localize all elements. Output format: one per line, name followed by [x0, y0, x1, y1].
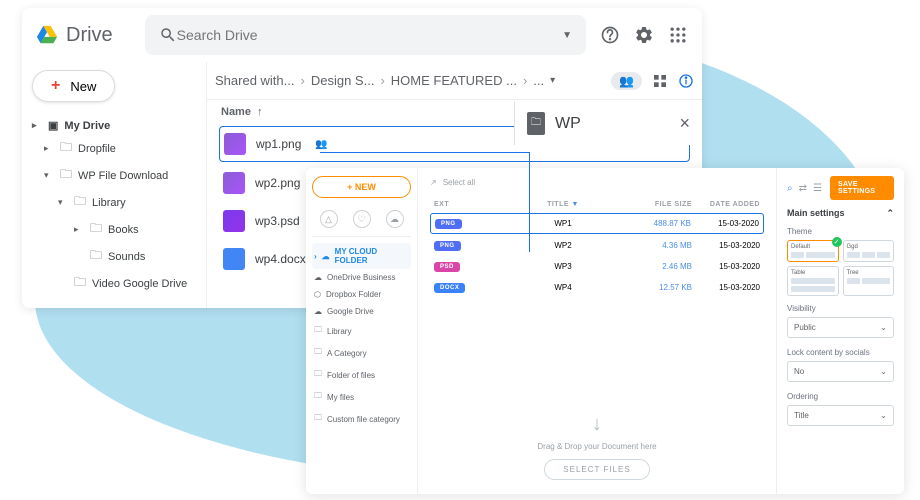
crumb-more[interactable]: ...: [533, 73, 544, 88]
help-icon[interactable]: [600, 25, 620, 45]
gear-icon[interactable]: [634, 25, 654, 45]
theme-default[interactable]: Default: [787, 240, 839, 262]
chevron-down-icon: ⌄: [880, 367, 887, 376]
download-icon: ↓: [418, 413, 776, 436]
wp-folder-item[interactable]: 🗀Custom file category: [312, 408, 411, 430]
gdrive-brand: Drive: [66, 24, 113, 47]
wp-folder-item[interactable]: 🗀A Category: [312, 342, 411, 364]
wp-folder-list: ›☁MY CLOUD FOLDER☁OneDrive Business⬡Drop…: [312, 243, 411, 430]
header-actions: [600, 25, 688, 45]
new-label: New: [70, 79, 96, 94]
tree-books[interactable]: ▸🗀Books: [32, 216, 196, 243]
visibility-select[interactable]: Public⌄: [787, 317, 894, 338]
crumb-shared[interactable]: Shared with...: [215, 73, 295, 88]
theme-ggd[interactable]: Ggd: [843, 240, 895, 262]
close-icon[interactable]: ×: [679, 113, 690, 134]
file-thumb: [223, 210, 245, 232]
tree-wpfiledl[interactable]: ▾🗀WP File Download: [32, 162, 196, 189]
wp-folder-item[interactable]: ☁Google Drive: [312, 303, 411, 320]
apps-icon[interactable]: [668, 25, 688, 45]
plus-icon: +: [51, 77, 60, 95]
search-input[interactable]: [177, 27, 562, 43]
chevron-down-icon: ⌄: [880, 411, 887, 420]
grid-view-icon[interactable]: [652, 73, 668, 89]
theme-picker: Default Ggd Table Tree: [787, 240, 894, 296]
theme-table[interactable]: Table: [787, 266, 839, 296]
search-icon[interactable]: ⌕: [787, 183, 793, 194]
col-size[interactable]: FILE SIZE: [632, 201, 692, 208]
drive-icon: [36, 24, 58, 46]
search-icon: [159, 26, 177, 44]
wp-folder-item[interactable]: 🗀Library: [312, 320, 411, 342]
wp-settings: ⌕ ⇄ ☰ SAVE SETTINGS Main settings⌃ Theme…: [776, 168, 904, 494]
drop-text: Drag & Drop your Document here: [418, 442, 776, 451]
settings-heading[interactable]: Main settings⌃: [787, 208, 894, 219]
wp-folder-item[interactable]: 🗀My files: [312, 386, 411, 408]
chevron-up-icon: ⌃: [886, 208, 894, 219]
col-date[interactable]: DATE ADDED: [692, 201, 760, 208]
breadcrumb: Shared with...› Design S...› HOME FEATUR…: [207, 62, 702, 100]
search-caret-icon[interactable]: ▼: [562, 30, 572, 41]
gdrive-header: Drive ▼: [22, 8, 702, 62]
tree-dropfile[interactable]: ▸🗀Dropfile: [32, 135, 196, 162]
sort-icon[interactable]: ☰: [813, 183, 822, 194]
detail-panel: 🗀 WP ×: [514, 102, 702, 145]
file-name: wp2.png: [255, 176, 300, 190]
file-name: wp3.psd: [255, 214, 300, 228]
file-thumb: [223, 248, 245, 270]
gdrive-logo[interactable]: Drive: [36, 24, 113, 47]
wp-table-row[interactable]: DOCXWP412.57 KB15-03-2020: [418, 277, 776, 298]
theme-label: Theme: [787, 227, 894, 236]
wp-folder-item[interactable]: 🗀Folder of files: [312, 364, 411, 386]
detail-title: WP: [555, 115, 581, 133]
people-icon[interactable]: 👥: [611, 72, 642, 90]
crumb-home[interactable]: HOME FEATURED ...: [391, 73, 517, 88]
lock-select[interactable]: No⌄: [787, 361, 894, 382]
share-icon: 👥: [315, 139, 327, 150]
crumb-design[interactable]: Design S...: [311, 73, 375, 88]
filter-icon[interactable]: ⇄: [799, 183, 807, 194]
tree-sounds[interactable]: 🗀Sounds: [32, 243, 196, 270]
tree-my-drive[interactable]: ▸▣My Drive: [32, 116, 196, 135]
lock-label: Lock content by socials: [787, 348, 894, 357]
folder-tree: ▸▣My Drive ▸🗀Dropfile ▾🗀WP File Download…: [32, 116, 196, 297]
tree-videogd[interactable]: 🗀Video Google Drive: [32, 270, 196, 297]
file-thumb: [223, 172, 245, 194]
new-button[interactable]: + New: [32, 70, 115, 102]
gdrive-sidebar: + New ▸▣My Drive ▸🗀Dropfile ▾🗀WP File Do…: [22, 62, 206, 308]
folder-icon: 🗀: [527, 112, 545, 135]
crumb-caret-icon[interactable]: ▾: [550, 75, 555, 86]
wp-folder-item[interactable]: ⬡Dropbox Folder: [312, 286, 411, 303]
select-files-button[interactable]: SELECT FILES: [544, 459, 649, 480]
file-thumb: [224, 133, 246, 155]
wp-table-row[interactable]: PSDWP32.46 MB15-03-2020: [418, 256, 776, 277]
chevron-down-icon: ⌄: [880, 323, 887, 332]
file-name: wp1.png: [256, 137, 301, 151]
wp-folder-item[interactable]: ☁OneDrive Business: [312, 269, 411, 286]
file-name: wp4.docx: [255, 252, 306, 266]
info-icon[interactable]: [678, 73, 694, 89]
theme-tree[interactable]: Tree: [843, 266, 895, 296]
ordering-label: Ordering: [787, 392, 894, 401]
connector-line: [320, 152, 530, 252]
search-bar[interactable]: ▼: [145, 15, 586, 55]
tree-library[interactable]: ▾🗀Library: [32, 189, 196, 216]
visibility-label: Visibility: [787, 304, 894, 313]
save-settings-button[interactable]: SAVE SETTINGS: [830, 176, 894, 200]
drop-zone[interactable]: ↓ Drag & Drop your Document here SELECT …: [418, 399, 776, 494]
ordering-select[interactable]: Title⌄: [787, 405, 894, 426]
